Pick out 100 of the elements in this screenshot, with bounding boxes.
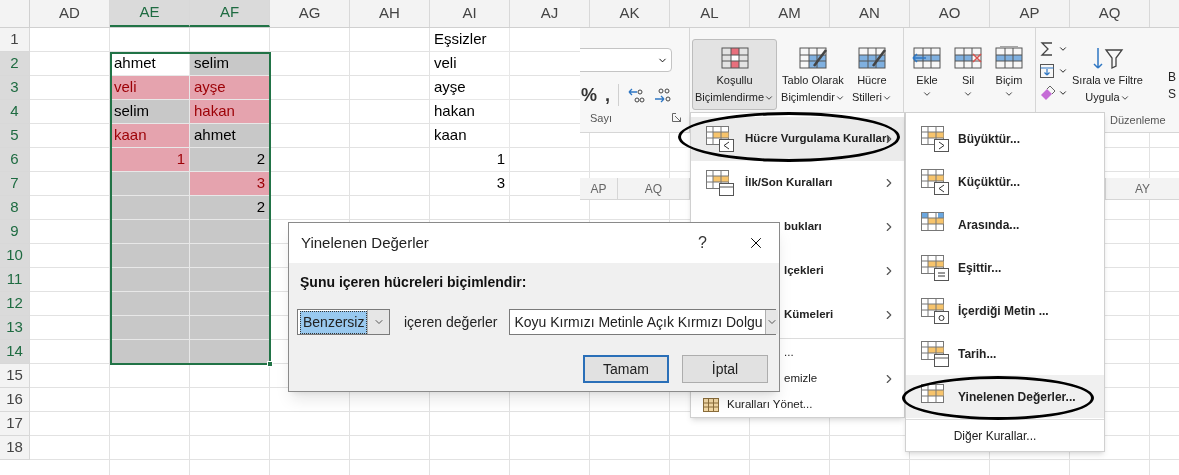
ribbon-button[interactable]: Sırala ve Filtre Uygula	[1069, 39, 1146, 110]
ribbon-button[interactable]: Tablo Olarak Biçimlendir	[778, 39, 848, 110]
column-header[interactable]: AH	[350, 0, 430, 27]
dropdown-field[interactable]: Koyu Kırmızı Metinle Açık Kırmızı Dolgu	[509, 309, 777, 335]
fill-handle[interactable]	[267, 361, 273, 367]
column-header[interactable]: AK	[590, 0, 670, 27]
menu-item[interactable]: Yinelenen Değerler...	[906, 375, 1104, 418]
menu-item[interactable]: Eşittir...	[906, 246, 1104, 289]
insert-cells-icon	[912, 46, 942, 72]
grid-rule-icon	[920, 339, 950, 368]
row-header[interactable]: 16	[0, 388, 30, 412]
table-cell: hakan	[190, 100, 270, 124]
table-icon	[703, 398, 719, 412]
table-brush-icon	[797, 46, 828, 72]
column-header[interactable]: AN	[830, 0, 910, 27]
right-arrow-decimal-icon[interactable]	[653, 86, 672, 104]
dialog-launcher-icon[interactable]	[672, 113, 681, 123]
table-cell: veli	[430, 52, 510, 76]
table-cell: 1	[430, 148, 510, 172]
row-header[interactable]: 11	[0, 268, 30, 292]
row-header[interactable]: 12	[0, 292, 30, 316]
number-format-symbol[interactable]: ,	[605, 86, 611, 104]
dialog-text: içeren değerler	[404, 312, 498, 332]
menu-item[interactable]: Arasında...	[906, 203, 1104, 246]
row-header[interactable]: 18	[0, 436, 30, 460]
ribbon-button[interactable]: Biçim	[991, 39, 1027, 103]
menu-item[interactable]: Diğer Kurallar...	[906, 421, 1104, 451]
column-header[interactable]: AG	[270, 0, 350, 27]
column-header[interactable]: AF	[190, 0, 270, 27]
menu-item[interactable]: Tarih...	[906, 332, 1104, 375]
table-cell: ayşe	[430, 76, 510, 100]
delete-cells-icon	[953, 46, 983, 72]
column-header[interactable]: AL	[670, 0, 750, 27]
ribbon-text: S	[1168, 86, 1176, 103]
row-header[interactable]: 7	[0, 172, 30, 196]
row-header[interactable]: 8	[0, 196, 30, 220]
column-header[interactable]: AJ	[510, 0, 590, 27]
caret-icon	[922, 89, 932, 99]
row-header[interactable]: 9	[0, 220, 30, 244]
ribbon-button[interactable]: Sil	[950, 39, 986, 103]
caret-icon	[1058, 88, 1068, 98]
fill-down-icon[interactable]	[1039, 63, 1055, 79]
row-header[interactable]: 13	[0, 316, 30, 340]
row-header[interactable]: 17	[0, 412, 30, 436]
caret-icon	[1058, 44, 1068, 54]
table-cell: 3	[430, 172, 510, 196]
menu-item[interactable]: Büyüktür...	[906, 117, 1104, 160]
column-header[interactable]: AM	[750, 0, 830, 27]
row-header[interactable]: 15	[0, 364, 30, 388]
eraser-icon[interactable]	[1039, 85, 1055, 101]
menu-item[interactable]: Küçüktür...	[906, 160, 1104, 203]
ribbon-button[interactable]: Hücre Stilleri	[848, 39, 895, 110]
menu-item[interactable]: İlk/Son Kuralları	[691, 161, 904, 205]
ribbon-button[interactable]: Ekle	[909, 39, 945, 103]
row-header[interactable]: 5	[0, 124, 30, 148]
dialog-button[interactable]: Tamam	[583, 355, 669, 383]
grid-rule-icon	[920, 296, 950, 325]
table-cell: selim	[190, 52, 270, 76]
number-format-symbol[interactable]: %	[581, 86, 597, 104]
column-header[interactable]: AO	[910, 0, 990, 27]
ribbon-button[interactable]: Koşullu Biçimlendirme	[692, 39, 778, 110]
sigma-icon[interactable]	[1039, 41, 1055, 57]
menu-item[interactable]: Hücre Vurgulama Kuralları	[691, 117, 904, 161]
table-cell: 1	[110, 148, 190, 172]
highlighted-grid-icon	[719, 46, 750, 72]
dialog-prompt: Şunu içeren hücreleri biçimlendir:	[300, 273, 528, 292]
caret-icon	[963, 89, 973, 99]
format-cells-icon	[994, 46, 1024, 72]
column-header[interactable]: AP	[580, 178, 618, 199]
table-cell: ayşe	[190, 76, 270, 100]
dropdown-field[interactable]: Benzersiz	[297, 309, 390, 335]
row-header[interactable]: 3	[0, 76, 30, 100]
table-cell: ahmet	[190, 124, 270, 148]
column-header[interactable]: AI	[430, 0, 510, 27]
column-header[interactable]: AE	[110, 0, 190, 27]
table-cell: 2	[190, 148, 270, 172]
grid-rule-icon	[705, 125, 735, 153]
group-label: Sayı	[590, 110, 612, 126]
row-header[interactable]: 14	[0, 340, 30, 364]
table-cell: hakan	[430, 100, 510, 124]
table-cell: 2	[190, 196, 270, 220]
row-header[interactable]: 4	[0, 100, 30, 124]
grid-rule-icon	[705, 169, 735, 197]
table-cell: 3	[190, 172, 270, 196]
column-header[interactable]: AP	[990, 0, 1070, 27]
sort-filter-icon	[1090, 46, 1125, 72]
row-header[interactable]: 10	[0, 244, 30, 268]
menu-item[interactable]: Kuralları Yönet...	[691, 392, 904, 418]
help-button[interactable]: ?	[698, 231, 707, 255]
row-header[interactable]: 1	[0, 28, 30, 52]
menu-item[interactable]: İçerdiği Metin ...	[906, 289, 1104, 332]
row-header[interactable]: 2	[0, 52, 30, 76]
table-cell: veli	[110, 76, 190, 100]
left-arrow-decimal-icon[interactable]	[627, 86, 646, 104]
caret-icon	[1058, 66, 1068, 76]
column-header[interactable]: AQ	[1070, 0, 1150, 27]
row-header[interactable]: 6	[0, 148, 30, 172]
cell-brush-icon	[856, 46, 887, 72]
grid-rule-icon	[920, 167, 950, 196]
dialog-button[interactable]: İptal	[682, 355, 768, 383]
